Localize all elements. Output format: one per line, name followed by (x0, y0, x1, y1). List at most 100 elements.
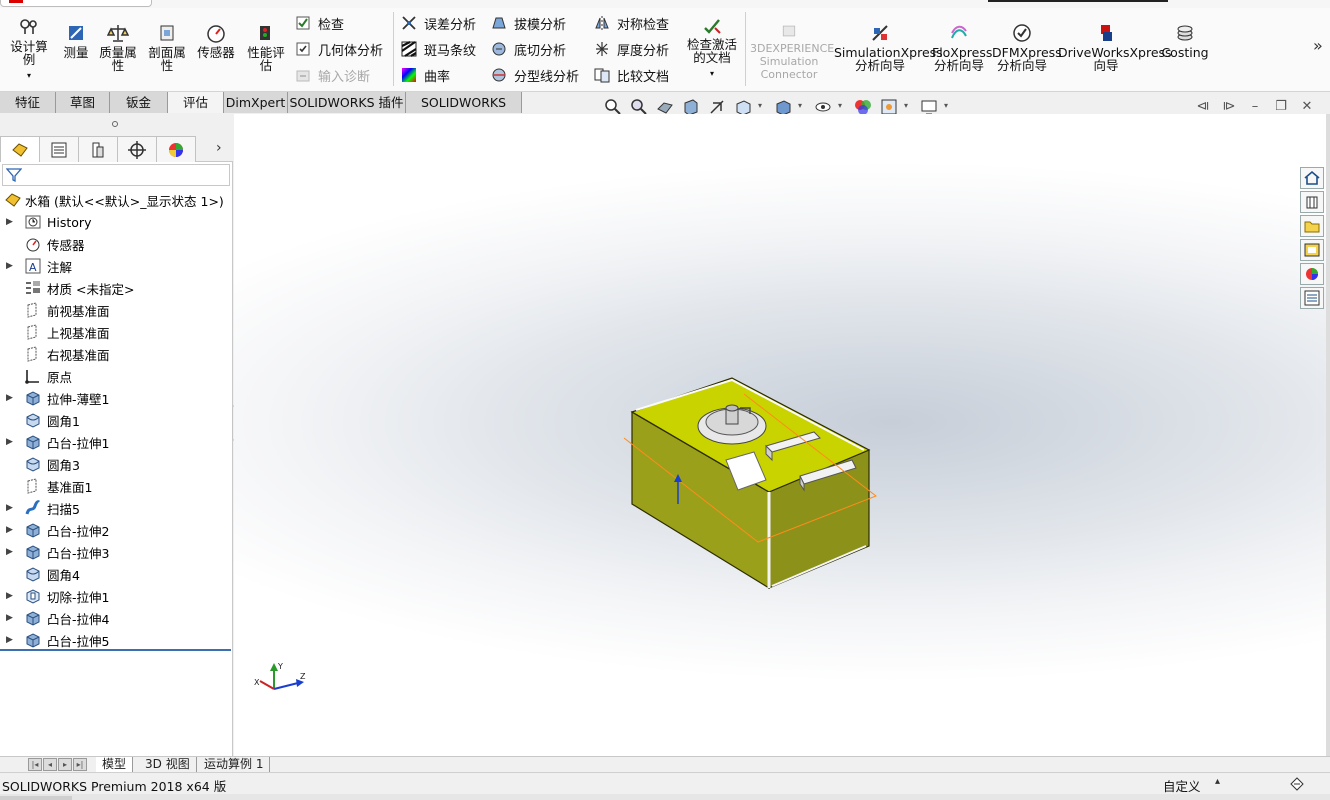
tile-right-icon[interactable]: ⧐ (1221, 99, 1237, 114)
tile-left-icon[interactable]: ⧏ (1195, 99, 1211, 114)
close-icon[interactable]: ✕ (1299, 99, 1315, 114)
tree-item[interactable]: 圆角3 (0, 453, 233, 475)
displaymanager-tab[interactable] (156, 136, 196, 162)
featuremanager-tab[interactable] (0, 136, 40, 162)
restore-icon[interactable]: ❐ (1273, 99, 1289, 114)
dimxpertmanager-tab[interactable] (117, 136, 157, 162)
costing-button[interactable]: Costing (1160, 22, 1210, 59)
design-study-button[interactable]: 设计算例 ▾ (6, 16, 52, 82)
design-library-tab[interactable] (1300, 191, 1324, 213)
section-properties-button[interactable]: 剖面属性 (144, 22, 190, 72)
measure-button[interactable]: 测量 (58, 22, 94, 59)
expand-arrow-icon[interactable]: ▶ (6, 437, 13, 447)
expand-arrow-icon[interactable]: ▶ (6, 591, 13, 601)
curvature-button[interactable]: 曲率 (400, 64, 450, 86)
rollback-bar[interactable] (0, 649, 231, 651)
performance-eval-button[interactable]: 性能评估 (244, 22, 288, 72)
solidworks-resources-tab[interactable] (1300, 167, 1324, 189)
tree-item[interactable]: ▶ 扫描5 (0, 497, 233, 519)
dfmxpress-button[interactable]: DFMXpress 分析向导 (992, 22, 1062, 72)
expand-arrow-icon[interactable]: ▶ (6, 393, 13, 403)
zebra-stripes-button[interactable]: 斑马条纹 (400, 38, 476, 60)
simulationxpress-button[interactable]: SimulationXpress 分析向导 (834, 22, 943, 72)
tree-item[interactable]: ▶ 切除-拉伸1 (0, 585, 233, 607)
custom-properties-tab[interactable] (1300, 287, 1324, 309)
tree-item[interactable]: 前视基准面 (0, 299, 233, 321)
tree-filter[interactable] (2, 164, 230, 186)
document-tab[interactable] (0, 0, 152, 7)
tab-sheet-metal[interactable]: 钣金 (110, 92, 168, 113)
expand-arrow-icon[interactable]: ▶ (6, 261, 13, 271)
next-tab-button[interactable]: ▸ (58, 758, 72, 771)
check-button[interactable]: 检查 (294, 12, 344, 34)
deviation-analysis-button[interactable]: 误差分析 (400, 12, 476, 34)
ribbon-more-button[interactable]: » (1313, 36, 1323, 55)
part-root[interactable]: 水箱 (默认<<默认>_显示状态 1>) (4, 189, 224, 211)
rebuild-status-icon[interactable] (1289, 776, 1305, 792)
tab-solidworks-addins[interactable]: SOLIDWORKS 插件 (288, 92, 406, 113)
apply-scene-caret[interactable]: ▾ (904, 101, 908, 110)
graphics-area[interactable]: Y Z X (234, 114, 1330, 756)
tree-item[interactable]: 上视基准面 (0, 321, 233, 343)
mass-properties-button[interactable]: 质量属性 (96, 22, 140, 72)
floxpress-button[interactable]: FloXpress 分析向导 (932, 22, 992, 72)
tab-features[interactable]: 特征 (0, 92, 56, 113)
view-orientation-caret[interactable]: ▾ (758, 101, 762, 110)
parting-line-button[interactable]: 分型线分析 (490, 64, 579, 86)
check-active-doc-caret[interactable]: ▾ (684, 67, 740, 80)
last-tab-button[interactable]: ▸| (73, 758, 87, 771)
expand-arrow-icon[interactable]: ▶ (6, 613, 13, 623)
tab-model[interactable]: 模型 (96, 757, 134, 772)
tree-item[interactable]: 原点 (0, 365, 233, 387)
tree-item[interactable]: 基准面1 (0, 475, 233, 497)
tree-item[interactable]: ▶ 拉伸-薄壁1 (0, 387, 233, 409)
draft-analysis-button[interactable]: 拔模分析 (490, 12, 566, 34)
tree-item[interactable]: 圆角4 (0, 563, 233, 585)
expand-arrow-icon[interactable]: ▶ (6, 547, 13, 557)
unit-system[interactable]: 自定义 (1163, 776, 1201, 795)
tree-item[interactable]: 圆角1 (0, 409, 233, 431)
expand-arrow-icon[interactable]: ▶ (6, 525, 13, 535)
first-tab-button[interactable]: |◂ (28, 758, 42, 771)
expand-arrow-icon[interactable]: ▶ (6, 503, 13, 513)
tree-item[interactable]: ▶ A 注解 (0, 255, 233, 277)
unit-system-caret[interactable]: ▴ (1215, 776, 1220, 787)
view-settings-caret[interactable]: ▾ (944, 101, 948, 110)
panel-tabs-arrow[interactable]: › (216, 140, 222, 156)
tab-motion-study[interactable]: 运动算例 1 (198, 757, 271, 772)
water-tank-model[interactable] (614, 364, 884, 644)
tree-item[interactable]: ▶ 凸台-拉伸2 (0, 519, 233, 541)
tab-dimxpert[interactable]: DimXpert (224, 92, 288, 113)
tree-item[interactable]: 右视基准面 (0, 343, 233, 365)
tab-3d-view[interactable]: 3D 视图 (139, 757, 197, 772)
panel-grip[interactable] (0, 114, 233, 136)
propertymanager-tab[interactable] (39, 136, 79, 162)
undercut-analysis-button[interactable]: 底切分析 (490, 38, 566, 60)
driveworksxpress-button[interactable]: DriveWorksXpress 向导 (1058, 22, 1172, 72)
symmetry-check-button[interactable]: 对称检查 (593, 12, 669, 34)
tree-item[interactable]: ▶ 凸台-拉伸4 (0, 607, 233, 629)
minimize-icon[interactable]: – (1247, 99, 1263, 114)
geometry-analysis-button[interactable]: 几何体分析 (294, 38, 383, 60)
tree-item[interactable]: 材质 <未指定> (0, 277, 233, 299)
design-study-caret[interactable]: ▾ (6, 69, 52, 82)
display-style-caret[interactable]: ▾ (798, 101, 802, 110)
tree-item[interactable]: ▶ 凸台-拉伸3 (0, 541, 233, 563)
tree-item[interactable]: ▶ 凸台-拉伸1 (0, 431, 233, 453)
check-active-doc-button[interactable]: 检查激活的文档 ▾ (684, 14, 740, 80)
expand-arrow-icon[interactable]: ▶ (6, 635, 13, 645)
configurationmanager-tab[interactable] (78, 136, 118, 162)
simulation-connector-button[interactable]: 3DEXPERIENCE Simulation Connector (750, 22, 834, 81)
compare-documents-button[interactable]: 比较文档 (593, 64, 669, 86)
prev-tab-button[interactable]: ◂ (43, 758, 57, 771)
expand-arrow-icon[interactable]: ▶ (6, 217, 13, 227)
tree-item[interactable]: 传感器 (0, 233, 233, 255)
file-explorer-tab[interactable] (1300, 215, 1324, 237)
tab-sketch[interactable]: 草图 (56, 92, 110, 113)
hide-show-caret[interactable]: ▾ (838, 101, 842, 110)
tree-item[interactable]: ▶ 凸台-拉伸5 (0, 629, 233, 651)
appearances-tab[interactable] (1300, 263, 1324, 285)
tab-evaluate[interactable]: 评估 (168, 92, 224, 113)
thickness-analysis-button[interactable]: 厚度分析 (593, 38, 669, 60)
import-diagnostics-button[interactable]: 输入诊断 (294, 64, 370, 86)
